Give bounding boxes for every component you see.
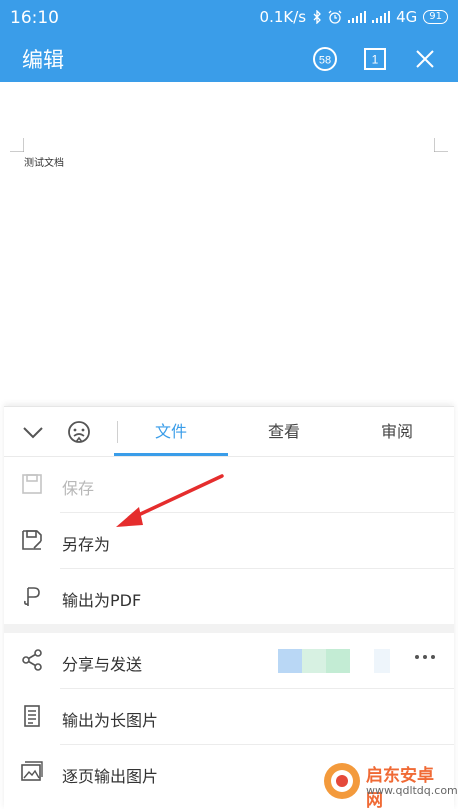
document-text[interactable]: 测试文档 [24,154,64,169]
tab-bar: 文件 查看 审阅 [4,407,454,457]
save-icon [22,474,42,494]
menu-item-export-long-image[interactable]: 输出为长图片 [4,689,454,744]
share-target-app[interactable] [278,649,302,673]
menu-item-label: 输出为长图片 [62,711,159,730]
close-icon [416,50,434,68]
tab-review[interactable]: 审阅 [340,407,454,457]
image-icon [21,761,43,781]
page-count: 1 [372,53,379,67]
share-target-app[interactable] [326,649,350,673]
app-bar: 编辑 58 1 [0,36,458,82]
counter-button[interactable]: 58 [311,45,339,73]
section-gap [4,624,454,633]
counter-icon: 58 [313,47,337,71]
file-menu-panel: 文件 查看 审阅 保存 另存为 输出为PDF 分享与发送 输出为长图片 逐页输出… [4,406,454,809]
chevron-down-icon [23,427,43,439]
battery-icon: 91 [423,10,448,24]
menu-item-label: 逐页输出图片 [62,767,159,786]
menu-item-export-pdf[interactable]: 输出为PDF [4,569,454,624]
tab-view[interactable]: 查看 [228,407,340,457]
active-tab-indicator [114,453,228,456]
assistant-button[interactable] [66,419,92,445]
counter-badge: 58 [319,55,331,67]
close-button[interactable] [411,45,439,73]
save-as-icon [22,530,42,550]
more-icon[interactable] [414,653,436,661]
crop-mark [434,138,448,152]
menu-item-label: 保存 [62,479,95,498]
status-time: 16:10 [10,8,59,28]
network-type: 4G [396,8,418,26]
tab-file[interactable]: 文件 [114,407,228,457]
crop-mark [10,138,24,152]
collapse-button[interactable] [20,419,46,445]
battery-level: 91 [429,11,442,22]
pdf-icon [24,587,40,606]
status-indicators: 0.1K/s 4G 91 [260,8,448,26]
menu-item-save[interactable]: 保存 [4,457,454,512]
signal-icon [372,11,391,23]
signal-icon [348,11,367,23]
watermark: 启东安卓网 www.qdltdq.com [320,759,458,809]
share-icon [22,649,42,671]
page-button[interactable]: 1 [361,45,389,73]
long-image-icon [24,705,40,727]
alarm-icon [328,10,342,24]
document-canvas[interactable]: 测试文档 [0,82,458,404]
net-speed: 0.1K/s [259,8,307,26]
menu-item-save-as[interactable]: 另存为 [4,513,454,568]
menu-item-label: 输出为PDF [62,591,142,610]
page-icon: 1 [364,48,386,70]
menu-item-share[interactable]: 分享与发送 [4,633,454,688]
status-bar: 16:10 0.1K/s 4G 91 [0,0,458,36]
menu-item-label: 另存为 [62,535,111,554]
watermark-url: www.qdltdq.com [366,784,458,797]
assistant-icon [68,421,90,443]
watermark-logo-icon [324,763,360,799]
share-target-app[interactable] [374,649,390,673]
share-target-app[interactable] [302,649,326,673]
bluetooth-icon [313,10,322,24]
page-title: 编辑 [22,48,64,72]
menu-item-label: 分享与发送 [62,655,143,674]
